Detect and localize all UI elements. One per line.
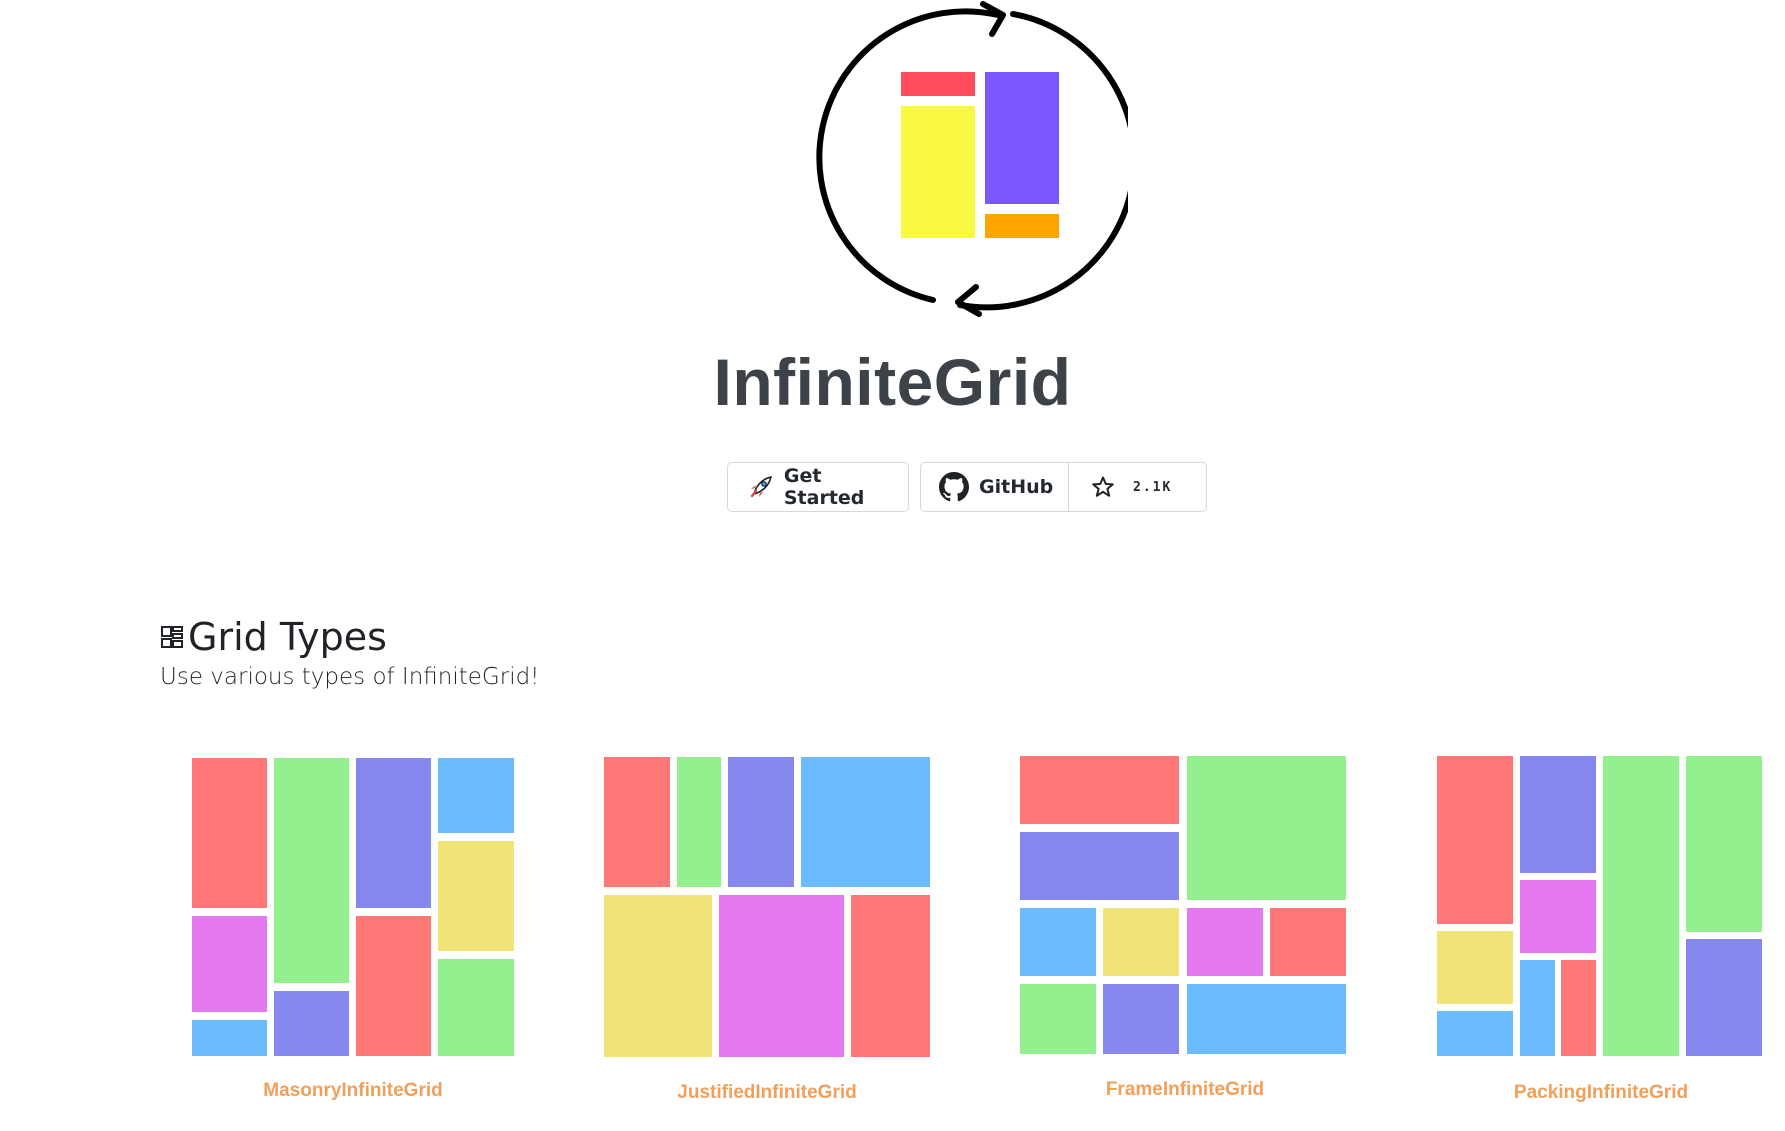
grid-tile bbox=[438, 841, 514, 951]
get-started-button[interactable]: Get Started bbox=[727, 462, 909, 512]
github-button[interactable]: GitHub bbox=[921, 463, 1069, 511]
grid-tile bbox=[356, 916, 431, 1056]
star-icon bbox=[1092, 476, 1114, 497]
justified-grid-preview[interactable] bbox=[604, 757, 930, 1057]
grid-tile bbox=[192, 1020, 267, 1056]
grid-tile bbox=[1187, 756, 1346, 900]
grid-tile bbox=[192, 916, 267, 1012]
grid-tile bbox=[1020, 832, 1179, 900]
grid-tile bbox=[801, 757, 930, 887]
grid-tile bbox=[274, 758, 349, 983]
grid-tile bbox=[604, 757, 670, 887]
section-subtitle: Use various types of InfiniteGrid! bbox=[160, 664, 540, 690]
grid-tile bbox=[1020, 908, 1096, 976]
grid-tile bbox=[851, 895, 930, 1057]
grid-tile bbox=[604, 895, 712, 1057]
grid-tile bbox=[274, 991, 349, 1056]
get-started-label: Get Started bbox=[783, 465, 865, 509]
grid-tile bbox=[1270, 908, 1346, 976]
grid-tile bbox=[1020, 756, 1179, 824]
star-count: 2.1K bbox=[1133, 479, 1173, 495]
grid-tile bbox=[728, 757, 794, 887]
grid-tile bbox=[1103, 908, 1179, 976]
github-label: GitHub bbox=[979, 476, 1054, 498]
grid-tile bbox=[438, 758, 514, 833]
github-icon bbox=[939, 472, 969, 502]
rocket-icon bbox=[750, 475, 772, 498]
page-title: InfiniteGrid bbox=[713, 345, 1072, 419]
grid-tile bbox=[1187, 908, 1263, 976]
frame-grid-preview[interactable] bbox=[1020, 756, 1346, 1056]
grid-tile bbox=[356, 758, 431, 908]
grid-tile bbox=[438, 959, 514, 1056]
section-title: Grid Types bbox=[188, 615, 387, 659]
section-heading: Grid Types bbox=[160, 612, 387, 662]
packing-grid-link[interactable]: PackingInfiniteGrid bbox=[1436, 1082, 1766, 1104]
grid-tile bbox=[1187, 984, 1346, 1054]
grid-tile bbox=[1020, 984, 1096, 1054]
grid-tile bbox=[1520, 880, 1596, 953]
grid-icon bbox=[161, 626, 183, 648]
grid-tile bbox=[1520, 756, 1596, 873]
grid-tile bbox=[1686, 939, 1762, 1056]
masonry-grid-preview[interactable] bbox=[192, 758, 514, 1056]
infinitegrid-logo bbox=[816, 1, 1128, 317]
packing-grid-preview[interactable] bbox=[1437, 756, 1766, 1056]
star-count-button[interactable]: 2.1K bbox=[1069, 463, 1206, 511]
grid-tile bbox=[1437, 756, 1513, 924]
grid-tile bbox=[677, 757, 721, 887]
grid-tile bbox=[719, 895, 844, 1057]
github-button-group: GitHub 2.1K bbox=[920, 462, 1207, 512]
justified-grid-link[interactable]: JustifiedInfiniteGrid bbox=[602, 1082, 932, 1104]
grid-tile bbox=[1686, 756, 1762, 932]
grid-tile bbox=[1437, 1011, 1513, 1056]
masonry-grid-link[interactable]: MasonryInfiniteGrid bbox=[188, 1080, 518, 1102]
grid-tile bbox=[1561, 960, 1596, 1056]
grid-tile bbox=[1603, 756, 1679, 1056]
grid-tile bbox=[1520, 960, 1555, 1056]
grid-tile bbox=[1437, 931, 1513, 1004]
frame-grid-link[interactable]: FrameInfiniteGrid bbox=[1020, 1079, 1350, 1101]
grid-tile bbox=[1103, 984, 1179, 1054]
grid-tile bbox=[192, 758, 267, 908]
